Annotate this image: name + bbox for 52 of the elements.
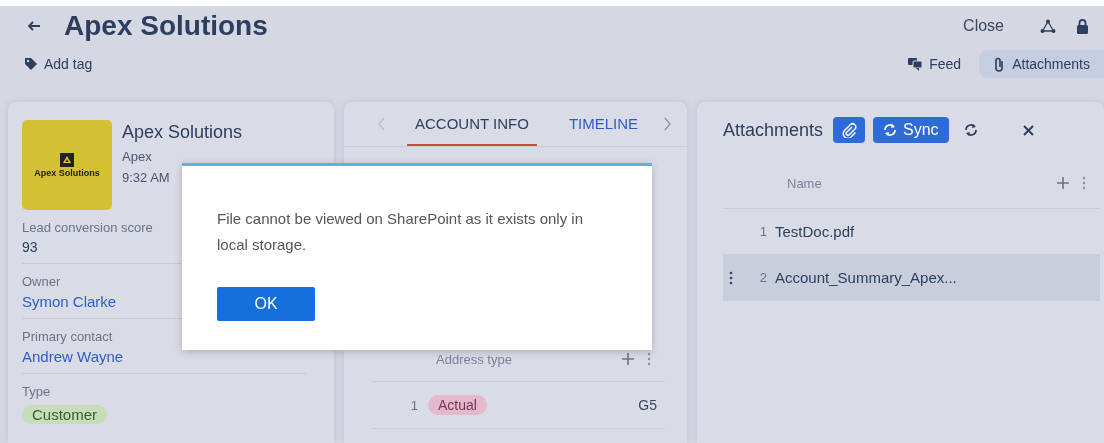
kebab-icon — [647, 352, 651, 366]
field-label: Lead conversion score — [22, 220, 153, 235]
account-subtitle: Apex — [122, 149, 153, 164]
account-time: 9:32 AM — [122, 170, 171, 185]
column-header: Address type — [435, 351, 512, 367]
ok-button[interactable]: OK — [217, 287, 315, 321]
plus-icon — [1056, 176, 1070, 190]
attachment-row[interactable]: 2 Account_Summary_Apex... — [723, 255, 1100, 301]
panel-title: Attachments — [723, 119, 824, 141]
chevron-right-icon — [664, 117, 672, 131]
plus-icon — [621, 352, 635, 366]
tab[interactable]: ACCOUNT INFO — [407, 102, 537, 146]
attach-button[interactable] — [833, 117, 866, 143]
lock-icon — [1075, 18, 1089, 34]
tab[interactable]: TIMELINE — [560, 102, 647, 146]
close-icon — [1022, 123, 1036, 137]
kebab-icon — [729, 270, 733, 285]
dialog-message: File cannot be viewed on SharePoint as it exists only in local storage. — [217, 209, 585, 255]
sync-button[interactable]: Sync — [873, 117, 949, 143]
field-label: Primary contact — [22, 329, 113, 344]
row-number: 1 — [758, 224, 767, 239]
field-label: Type — [22, 384, 51, 399]
refresh-icon — [963, 123, 978, 137]
contact-link[interactable]: Andrew Wayne — [22, 348, 124, 365]
kebab-icon — [1082, 176, 1086, 190]
network-icon — [1040, 18, 1056, 34]
add-tag-button[interactable]: Add tag — [24, 56, 93, 72]
back-arrow-icon — [27, 19, 41, 33]
account-name: Apex Solutions — [122, 122, 243, 143]
page-title: Apex Solutions — [64, 10, 268, 42]
chat-bubbles-icon — [908, 57, 923, 71]
row-number: 1 — [409, 397, 418, 413]
table-cell-text: G5 — [638, 397, 658, 413]
triangle-logo-icon — [60, 152, 74, 167]
column-header: Name — [786, 175, 822, 191]
file-name: Account_Summary_Apex... — [775, 269, 957, 286]
type-tag: Customer — [22, 405, 108, 424]
logo-text: Apex Solutions — [34, 167, 100, 178]
address-type-tag: Actual — [428, 395, 487, 415]
paperclip-icon — [993, 56, 1006, 72]
close-button[interactable]: Close — [963, 17, 1004, 35]
view-toggle[interactable]: Feed — [894, 50, 976, 78]
row-number: 2 — [758, 270, 767, 285]
contact-link[interactable]: Symon Clarke — [22, 293, 117, 310]
sync-icon — [883, 123, 898, 137]
view-toggle[interactable]: Attachments — [979, 50, 1104, 78]
field-label: Owner — [22, 274, 61, 289]
paperclip-icon — [841, 122, 858, 138]
field-value: 93 — [22, 239, 38, 255]
chevron-left-icon — [378, 117, 385, 131]
tag-icon — [24, 57, 38, 71]
file-name: TestDoc.pdf — [775, 223, 855, 240]
